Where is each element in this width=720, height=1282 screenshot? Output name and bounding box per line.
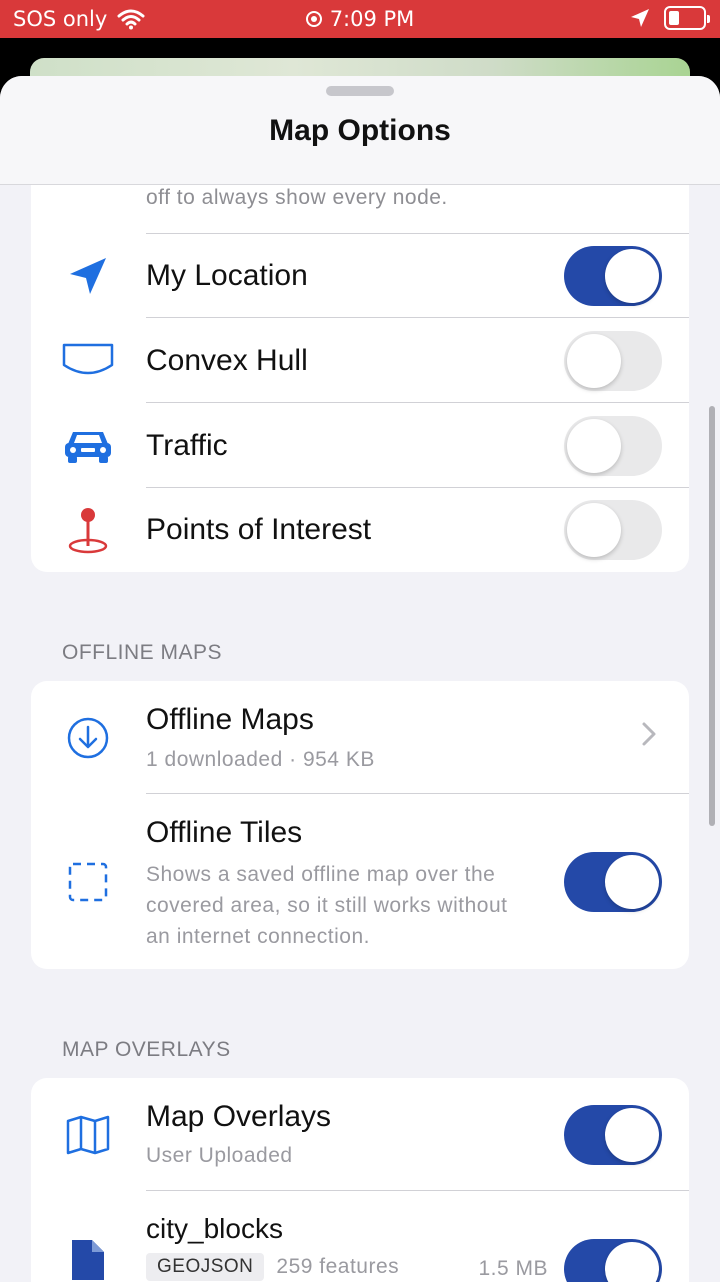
row-points-of-interest[interactable]: Points of Interest xyxy=(31,488,689,572)
convex-hull-toggle[interactable] xyxy=(564,330,662,391)
offline-maps-sublabel: 1 downloaded · 954 KB xyxy=(146,748,375,771)
map-overlays-toggle[interactable] xyxy=(564,1104,662,1165)
points-of-interest-toggle[interactable] xyxy=(564,500,662,560)
display-options-group: off to always show every node. My Locati… xyxy=(31,136,689,572)
convex-hull-label: Convex Hull xyxy=(146,343,308,377)
my-location-toggle[interactable] xyxy=(564,246,662,306)
location-services-icon xyxy=(631,9,649,27)
map-options-sheet: Map Options off to always show every nod… xyxy=(0,76,720,1282)
offline-tiles-toggle[interactable] xyxy=(564,851,662,912)
chevron-right-icon xyxy=(641,721,657,755)
dashed-square-icon xyxy=(61,855,115,909)
offline-tiles-description: Shows a saved offline map over the cover… xyxy=(146,863,508,948)
status-bar: SOS only 7:09 PM xyxy=(0,0,720,38)
points-of-interest-label: Points of Interest xyxy=(146,513,372,546)
download-circle-icon xyxy=(61,711,115,765)
map-pin-icon xyxy=(61,503,115,557)
row-my-location[interactable]: My Location xyxy=(31,234,689,318)
truncated-description: off to always show every node. xyxy=(146,186,448,209)
sheet-header: Map Options xyxy=(0,76,720,185)
map-overlays-group: Map Overlays User Uploaded city_blocks G… xyxy=(31,1078,689,1282)
file-feature-count: 259 features xyxy=(276,1255,400,1278)
map-overlays-section-header: MAP OVERLAYS xyxy=(62,1038,231,1061)
row-offline-maps[interactable]: Offline Maps 1 downloaded · 954 KB xyxy=(31,681,689,794)
hull-shape-icon xyxy=(61,334,115,388)
screen-record-icon xyxy=(305,11,322,27)
traffic-label: Traffic xyxy=(146,428,228,462)
overlay-file-toggle[interactable] xyxy=(564,1239,662,1282)
traffic-toggle[interactable] xyxy=(564,415,662,476)
battery-icon xyxy=(664,6,710,30)
overlay-file-meta: GEOJSON 259 features xyxy=(146,1253,399,1281)
map-overlays-label: Map Overlays xyxy=(146,1100,332,1133)
document-icon xyxy=(61,1233,115,1282)
row-traffic[interactable]: Traffic xyxy=(31,403,689,488)
offline-tiles-label: Offline Tiles xyxy=(146,816,303,849)
overlay-file-name: city_blocks xyxy=(146,1213,283,1244)
my-location-label: My Location xyxy=(146,259,308,292)
file-type-badge: GEOJSON xyxy=(146,1253,265,1281)
offline-maps-group: Offline Maps 1 downloaded · 954 KB Offli… xyxy=(31,681,689,969)
sheet-grabber[interactable] xyxy=(326,86,394,96)
file-size: 1.5 MB xyxy=(478,1257,548,1280)
offline-maps-section-header: OFFLINE MAPS xyxy=(62,641,223,664)
row-convex-hull[interactable]: Convex Hull xyxy=(31,318,689,403)
offline-maps-label: Offline Maps xyxy=(146,703,314,736)
row-offline-tiles[interactable]: Offline Tiles Shows a saved offline map … xyxy=(31,794,689,969)
clock-text: 7:09 PM xyxy=(329,7,415,31)
scroll-indicator[interactable] xyxy=(709,406,715,826)
map-overlays-sublabel: User Uploaded xyxy=(146,1144,293,1167)
folded-map-icon xyxy=(61,1108,115,1162)
row-map-overlays[interactable]: Map Overlays User Uploaded xyxy=(31,1078,689,1191)
sheet-title: Map Options xyxy=(269,114,451,147)
car-icon xyxy=(61,419,115,473)
row-overlay-file[interactable]: city_blocks GEOJSON 259 features 1.5 MB xyxy=(31,1191,689,1282)
location-arrow-icon xyxy=(61,249,115,303)
